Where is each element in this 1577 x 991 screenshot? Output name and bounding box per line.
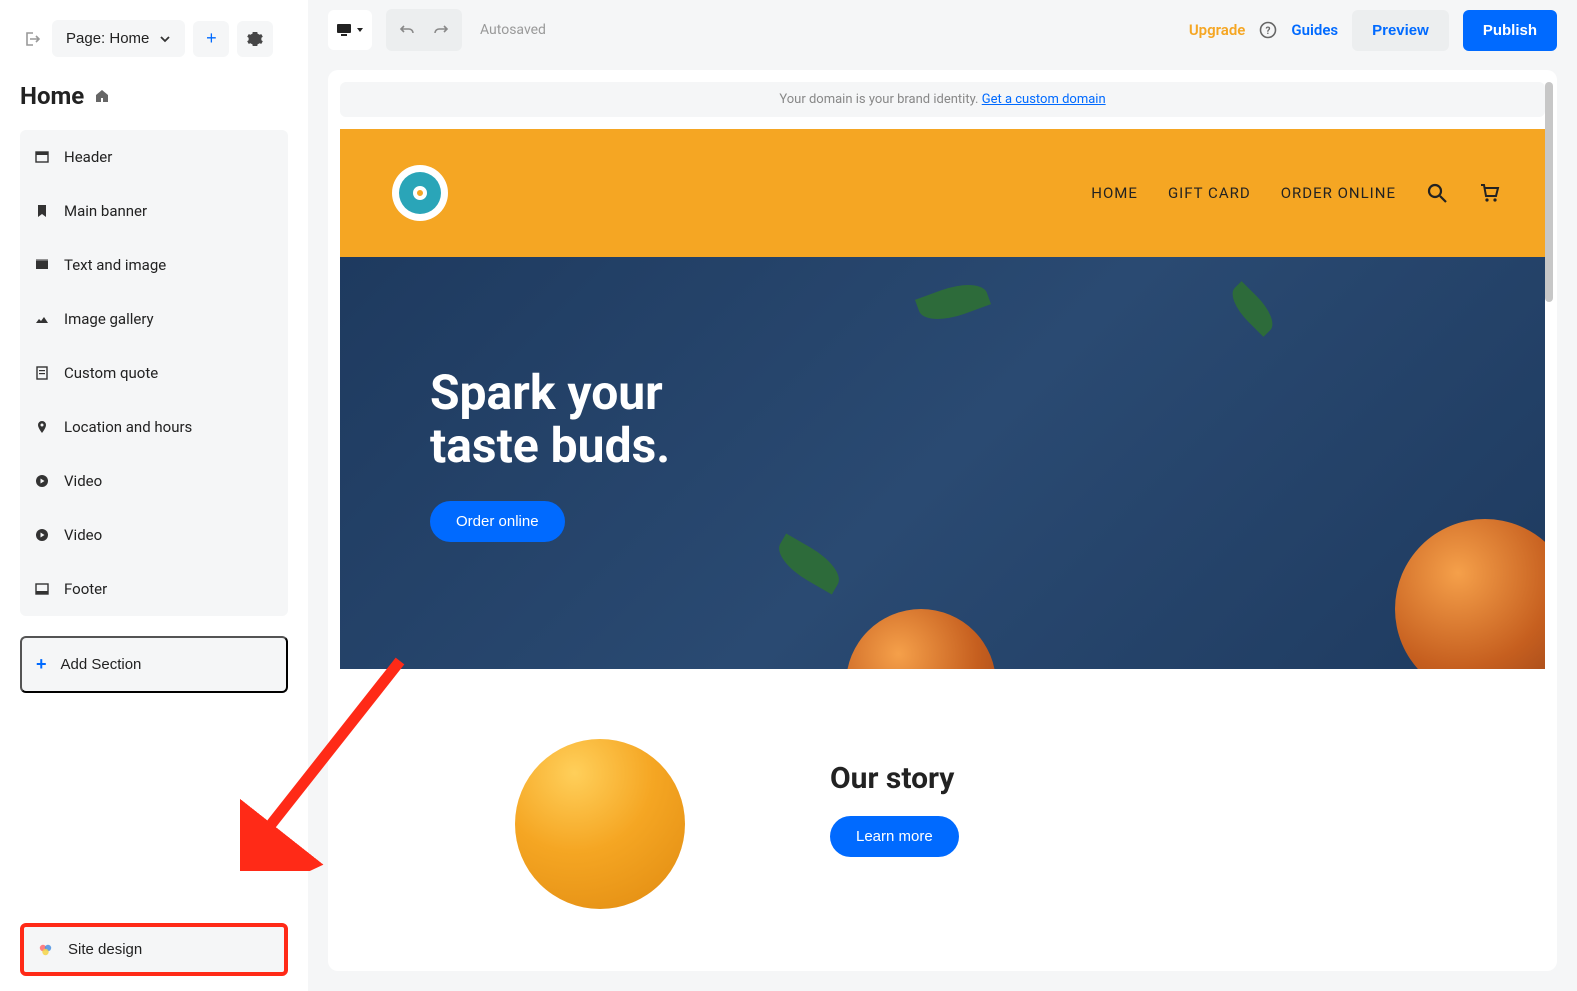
text-image-icon <box>34 258 50 272</box>
autosave-status: Autosaved <box>480 22 546 38</box>
story-title: Our story <box>830 761 1455 796</box>
hero-cta-button[interactable]: Order online <box>430 501 565 542</box>
site-header[interactable]: HOME GIFT CARD ORDER ONLINE <box>340 129 1545 257</box>
guides-link[interactable]: Guides <box>1291 21 1338 39</box>
add-section-label: Add Section <box>61 656 142 673</box>
add-page-button[interactable]: + <box>193 21 229 57</box>
undo-icon <box>399 23 415 37</box>
quote-icon <box>34 366 50 380</box>
section-label: Video <box>64 526 102 544</box>
plus-icon: + <box>36 654 47 675</box>
learn-more-button[interactable]: Learn more <box>830 816 959 857</box>
decorative-orange <box>515 739 685 909</box>
page-selector[interactable]: Page: Home <box>52 20 185 57</box>
pin-icon <box>34 420 50 434</box>
site-preview-canvas[interactable]: Your domain is your brand identity. Get … <box>328 70 1557 971</box>
section-item-header[interactable]: Header <box>20 130 288 184</box>
get-custom-domain-link[interactable]: Get a custom domain <box>982 92 1106 107</box>
text-and-image-section[interactable]: Our story Learn more <box>340 669 1545 949</box>
site-design-button[interactable]: Site design <box>20 923 288 976</box>
section-item-main-banner[interactable]: Main banner <box>20 184 288 238</box>
play-icon <box>34 474 50 488</box>
exit-icon <box>24 31 40 47</box>
redo-icon <box>433 23 449 37</box>
search-button[interactable] <box>1426 182 1448 204</box>
section-item-custom-quote[interactable]: Custom quote <box>20 346 288 400</box>
site-nav: HOME GIFT CARD ORDER ONLINE <box>455 182 1500 204</box>
editor-main: Autosaved Upgrade ? Guides Preview Publi… <box>308 0 1577 991</box>
play-icon <box>34 528 50 542</box>
home-icon <box>94 88 110 104</box>
header-icon <box>34 150 50 164</box>
editor-toolbar: Autosaved Upgrade ? Guides Preview Publi… <box>308 0 1577 60</box>
preview-button[interactable]: Preview <box>1352 10 1449 51</box>
redo-button[interactable] <box>424 13 458 47</box>
section-label: Location and hours <box>64 418 192 436</box>
domain-banner: Your domain is your brand identity. Get … <box>340 82 1545 117</box>
device-view-button[interactable] <box>328 10 372 50</box>
nav-link-order-online[interactable]: ORDER ONLINE <box>1281 184 1396 202</box>
section-item-footer[interactable]: Footer <box>20 562 288 616</box>
sidebar-toolbar: Page: Home + <box>20 20 288 57</box>
section-label: Video <box>64 472 102 490</box>
footer-icon <box>34 582 50 596</box>
story-image <box>430 709 770 909</box>
undo-button[interactable] <box>390 13 424 47</box>
caret-down-icon <box>356 26 364 34</box>
section-item-location-and-hours[interactable]: Location and hours <box>20 400 288 454</box>
page-selector-label: Page: Home <box>66 30 149 47</box>
section-item-video-2[interactable]: Video <box>20 508 288 562</box>
section-label: Text and image <box>64 256 166 274</box>
section-label: Footer <box>64 580 107 598</box>
decorative-leaf <box>915 276 991 328</box>
site-design-label: Site design <box>68 941 142 958</box>
section-label: Custom quote <box>64 364 158 382</box>
site-logo[interactable] <box>385 150 455 237</box>
nav-link-home[interactable]: HOME <box>1091 184 1138 202</box>
help-button[interactable]: ? <box>1259 21 1277 39</box>
hero-headline: Spark your taste buds. <box>430 367 1455 473</box>
palette-icon <box>38 942 54 958</box>
section-list: Header Main banner Text and image Image … <box>20 130 288 616</box>
decorative-leaf <box>1224 281 1280 337</box>
scrollbar-thumb[interactable] <box>1545 82 1553 302</box>
add-section-button[interactable]: + Add Section <box>20 636 288 693</box>
svg-text:?: ? <box>1266 26 1271 37</box>
exit-editor-button[interactable] <box>20 23 44 55</box>
main-banner-section[interactable]: Spark your taste buds. Order online <box>340 257 1545 669</box>
upgrade-link[interactable]: Upgrade <box>1189 21 1246 39</box>
page-title-text: Home <box>20 82 84 110</box>
nav-link-gift-card[interactable]: GIFT CARD <box>1168 184 1251 202</box>
editor-sidebar: Page: Home + Home Header Main banner <box>0 0 308 991</box>
chevron-down-icon <box>159 33 171 45</box>
desktop-icon <box>336 23 352 37</box>
section-item-text-and-image[interactable]: Text and image <box>20 238 288 292</box>
section-item-video-1[interactable]: Video <box>20 454 288 508</box>
cart-icon <box>1478 182 1500 204</box>
page-heading: Home <box>20 82 288 110</box>
domain-banner-text: Your domain is your brand identity. <box>779 92 981 107</box>
section-label: Image gallery <box>64 310 154 328</box>
search-icon <box>1426 182 1448 204</box>
bookmark-icon <box>34 204 50 218</box>
canvas-wrapper: Your domain is your brand identity. Get … <box>308 60 1577 991</box>
undo-redo-group <box>386 9 462 51</box>
decorative-leaf <box>771 534 847 595</box>
section-label: Main banner <box>64 202 147 220</box>
settings-button[interactable] <box>237 21 273 57</box>
cart-button[interactable] <box>1478 182 1500 204</box>
story-text-block: Our story Learn more <box>830 761 1455 857</box>
section-item-image-gallery[interactable]: Image gallery <box>20 292 288 346</box>
gallery-icon <box>34 312 50 326</box>
section-label: Header <box>64 148 112 166</box>
help-icon: ? <box>1259 21 1277 39</box>
gear-icon <box>247 31 263 47</box>
plus-icon: + <box>206 28 217 49</box>
publish-button[interactable]: Publish <box>1463 10 1557 51</box>
